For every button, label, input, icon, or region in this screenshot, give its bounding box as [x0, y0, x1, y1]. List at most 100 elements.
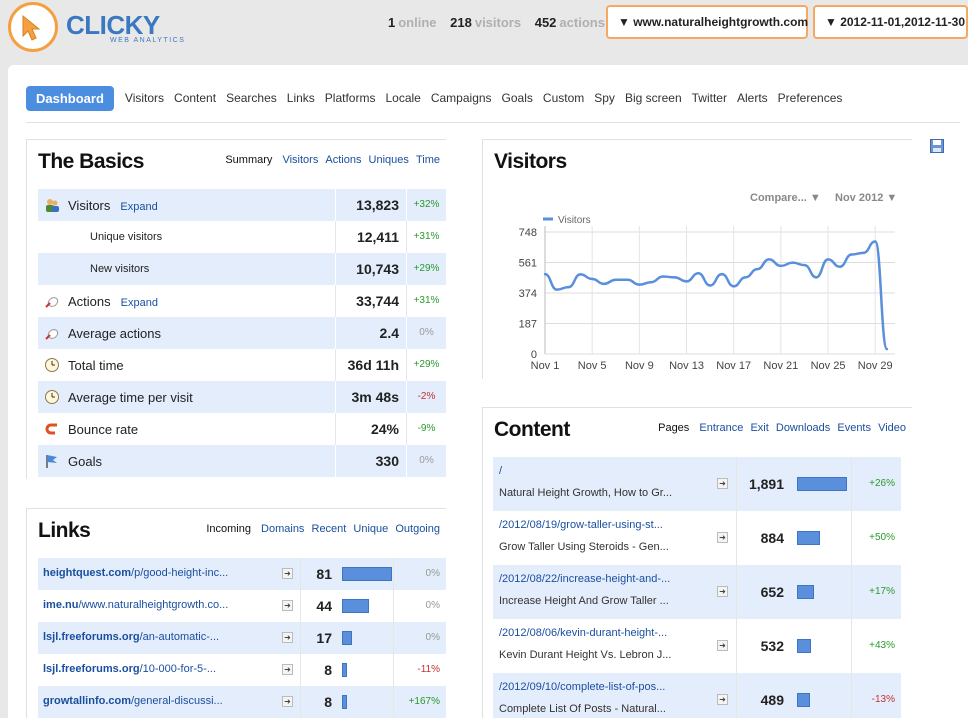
clicky-logo[interactable]	[8, 2, 58, 52]
open-link-icon[interactable]: ➜	[282, 696, 293, 707]
tab-searches[interactable]: Searches	[226, 91, 277, 105]
basics-row-name: Goals	[68, 453, 102, 469]
change-badge: +29%	[406, 349, 446, 381]
open-link-icon[interactable]: ➜	[717, 586, 728, 597]
open-link-icon[interactable]: ➜	[717, 478, 728, 489]
tab-custom[interactable]: Custom	[543, 91, 584, 105]
links-tab-recent[interactable]: Recent	[312, 523, 347, 535]
data-point	[673, 276, 676, 279]
link-url[interactable]: heightquest.com/p/good-height-inc...	[43, 567, 278, 579]
open-link-icon[interactable]: ➜	[717, 694, 728, 705]
page-url[interactable]: /	[499, 465, 704, 477]
tab-content[interactable]: Content	[174, 91, 216, 105]
tab-links[interactable]: Links	[287, 91, 315, 105]
basics-tab-summary[interactable]: Summary	[225, 154, 272, 166]
basics-row-value: 24%	[335, 413, 407, 445]
data-point	[885, 347, 889, 351]
tab-preferences[interactable]: Preferences	[778, 91, 843, 105]
link-count: 81	[300, 558, 340, 590]
links-tab-outgoing[interactable]: Outgoing	[395, 523, 440, 535]
links-tab-unique[interactable]: Unique	[353, 523, 388, 535]
tab-alerts[interactable]: Alerts	[737, 91, 768, 105]
tab-visitors[interactable]: Visitors	[125, 91, 164, 105]
top-header: CLICKY WEB ANALYTICS 1 online 218 visitors…	[0, 0, 968, 60]
basics-tab-uniques[interactable]: Uniques	[369, 154, 409, 166]
basics-tab-visitors[interactable]: Visitors	[282, 154, 318, 166]
page-url[interactable]: /2012/08/19/grow-taller-using-st...	[499, 519, 704, 531]
main-nav: Dashboard Visitors Content Searches Link…	[26, 85, 847, 111]
link-url[interactable]: lsjl.freeforums.org/10-000-for-5-...	[43, 663, 278, 675]
basics-title: The Basics	[38, 150, 144, 173]
content-tab-exit[interactable]: Exit	[750, 422, 768, 434]
change-badge: +26%	[851, 457, 901, 511]
x-tick-label: Nov 5	[578, 360, 607, 372]
site-selector[interactable]: ▼ www.naturalheightgrowth.com	[606, 5, 808, 39]
link-url[interactable]: ime.nu/www.naturalheightgrowth.co...	[43, 599, 278, 611]
link-url[interactable]: growtallinfo.com/general-discussi...	[43, 695, 278, 707]
date-range-selector[interactable]: ▼ 2012-11-01,2012-11-30	[813, 5, 968, 39]
basics-row-label: New visitors	[90, 263, 370, 275]
expand-link[interactable]: Expand	[120, 201, 157, 213]
basics-row: Average time per visit 3m 48s -2%	[38, 381, 446, 413]
link-count: 8	[300, 686, 340, 718]
open-link-icon[interactable]: ➜	[282, 632, 293, 643]
link-path: /p/good-height-inc...	[131, 567, 229, 579]
link-count-bar	[342, 567, 392, 581]
tab-dashboard[interactable]: Dashboard	[26, 85, 114, 111]
tab-campaigns[interactable]: Campaigns	[431, 91, 492, 105]
basics-row-label: Visitors Expand	[68, 198, 348, 213]
link-url[interactable]: lsjl.freeforums.org/an-automatic-...	[43, 631, 278, 643]
tab-locale[interactable]: Locale	[385, 91, 420, 105]
data-point	[602, 282, 606, 286]
basics-tab-time[interactable]: Time	[416, 154, 440, 166]
cursor-icon	[22, 14, 41, 41]
open-link-icon[interactable]: ➜	[717, 532, 728, 543]
tab-platforms[interactable]: Platforms	[325, 91, 376, 105]
data-point	[850, 253, 853, 256]
page-url[interactable]: /2012/08/06/kevin-durant-height-...	[499, 627, 704, 639]
links-tab-incoming[interactable]: Incoming	[206, 523, 251, 535]
tab-twitter[interactable]: Twitter	[692, 91, 727, 105]
change-badge: +32%	[406, 189, 446, 221]
page-title: Kevin Durant Height Vs. Lebron J...	[499, 649, 672, 661]
change-badge: 0%	[406, 317, 446, 349]
page-title: Grow Taller Using Steroids - Gen...	[499, 541, 669, 553]
data-point	[567, 285, 570, 289]
y-tick-label: 561	[519, 258, 537, 270]
open-link-icon[interactable]: ➜	[717, 640, 728, 651]
tab-goals[interactable]: Goals	[502, 91, 533, 105]
basics-row-label: Total time	[68, 358, 348, 373]
tab-big-screen[interactable]: Big screen	[625, 91, 682, 105]
content-tab-entrance[interactable]: Entrance	[699, 422, 743, 434]
data-point	[874, 240, 877, 243]
page-count: 652	[736, 565, 794, 619]
basics-row-name: Actions	[68, 293, 111, 309]
data-point	[579, 273, 582, 276]
basics-row-label: Actions Expand	[68, 294, 348, 309]
data-point	[661, 275, 665, 278]
change-badge: -9%	[406, 413, 446, 445]
flag-icon	[44, 453, 60, 469]
save-icon[interactable]	[930, 139, 944, 153]
open-link-icon[interactable]: ➜	[282, 568, 293, 579]
bounce-icon	[44, 421, 60, 437]
tab-spy[interactable]: Spy	[594, 91, 615, 105]
open-link-icon[interactable]: ➜	[282, 600, 293, 611]
expand-link[interactable]: Expand	[121, 297, 158, 309]
page-url[interactable]: /2012/09/10/complete-list-of-pos...	[499, 681, 704, 693]
content-tab-pages[interactable]: Pages	[658, 422, 689, 434]
data-point	[649, 281, 653, 284]
basics-panel: The Basics Summary Visitors Actions Uniq…	[26, 139, 446, 479]
basics-row-label: Average time per visit	[68, 390, 348, 405]
links-tab-domains[interactable]: Domains	[261, 523, 304, 535]
content-tab-video[interactable]: Video	[878, 422, 906, 434]
open-link-icon[interactable]: ➜	[282, 664, 293, 675]
content-tab-downloads[interactable]: Downloads	[776, 422, 830, 434]
basics-tab-actions[interactable]: Actions	[325, 154, 361, 166]
data-point	[744, 276, 747, 279]
data-point	[720, 272, 724, 276]
link-domain: ime.nu	[43, 599, 79, 611]
content-tab-events[interactable]: Events	[837, 422, 871, 434]
page-url[interactable]: /2012/08/22/increase-height-and-...	[499, 573, 704, 585]
page-count-bar	[797, 531, 820, 545]
